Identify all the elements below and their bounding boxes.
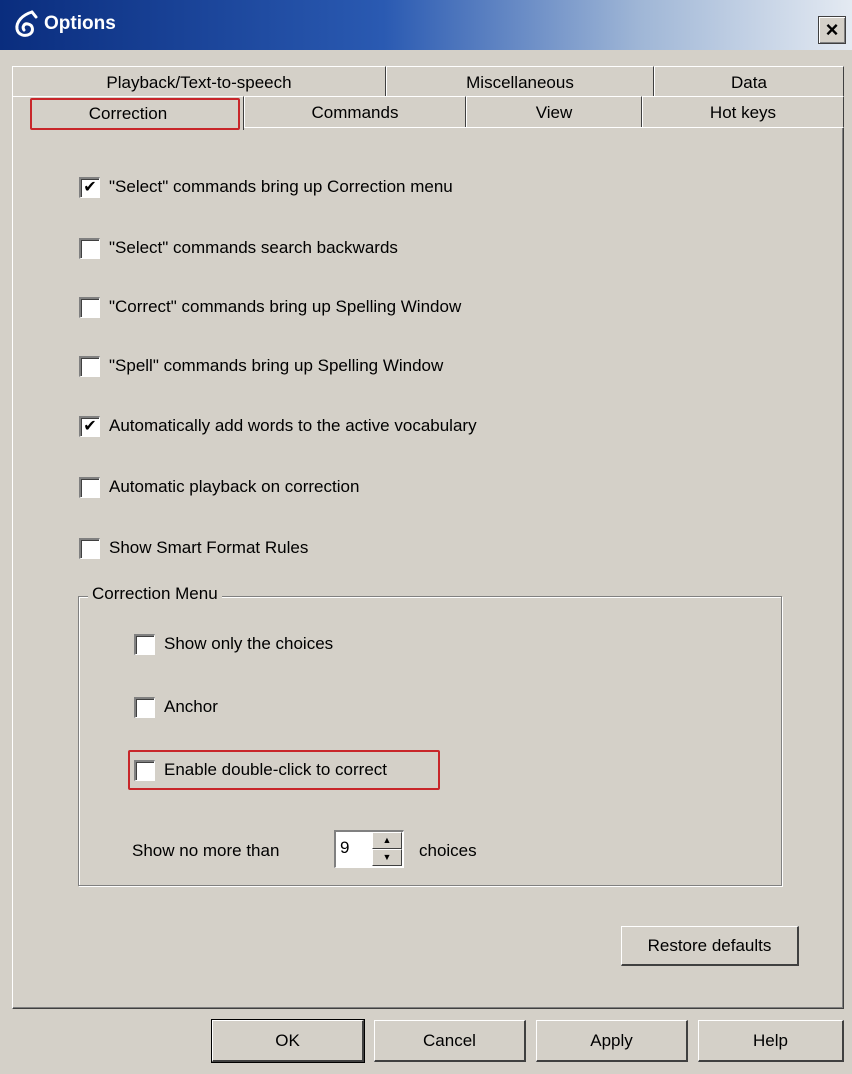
spin-down-icon[interactable]: ▼ [372, 849, 402, 866]
option-label: Automatically add words to the active vo… [109, 416, 477, 435]
tab-playback-text-to-speech[interactable]: Playback/Text-to-speech [12, 66, 386, 98]
options-dialog: Options × Playback/Text-to-speech Miscel… [0, 0, 852, 1074]
checkbox[interactable]: ✔ [79, 415, 100, 437]
tab-data[interactable]: Data [654, 66, 844, 98]
checkbox[interactable] [79, 237, 100, 259]
restore-defaults-button[interactable]: Restore defaults [621, 926, 799, 966]
checkbox[interactable] [79, 476, 100, 498]
choices-count-spinner[interactable]: 9 ▲ ▼ [334, 830, 404, 868]
option-label: Show only the choices [164, 634, 334, 653]
option-label: Enable double-click to correct [164, 760, 388, 779]
spinner-value[interactable]: 9 [340, 838, 349, 858]
option-label: Anchor [164, 697, 218, 716]
option-label: "Correct" commands bring up Spelling Win… [109, 297, 462, 316]
tab-correction[interactable]: Correction [12, 96, 244, 130]
group-title: Correction Menu [88, 584, 222, 604]
option-label: Show Smart Format Rules [109, 538, 309, 557]
dragon-logo-icon [15, 10, 38, 37]
spinner-prefix: Show no more than [132, 841, 280, 860]
option-spell-brings-spelling-window[interactable]: "Spell" commands bring up Spelling Windo… [79, 354, 443, 378]
help-button[interactable]: Help [698, 1020, 844, 1062]
window-title: Options [44, 13, 116, 34]
title-bar[interactable]: Options × [0, 0, 852, 50]
option-label: "Spell" commands bring up Spelling Windo… [109, 356, 444, 375]
option-label: Automatic playback on correction [109, 477, 360, 496]
tab-miscellaneous[interactable]: Miscellaneous [386, 66, 654, 98]
option-show-only-choices[interactable]: Show only the choices [134, 632, 333, 656]
option-label: "Select" commands bring up Correction me… [109, 177, 453, 196]
option-show-smart-format-rules[interactable]: Show Smart Format Rules [79, 536, 308, 560]
checkbox[interactable] [79, 355, 100, 377]
option-select-brings-correction-menu[interactable]: ✔ "Select" commands bring up Correction … [79, 175, 453, 199]
close-icon[interactable]: × [818, 16, 846, 44]
tab-view[interactable]: View [466, 96, 642, 128]
option-auto-playback[interactable]: Automatic playback on correction [79, 475, 359, 499]
spinner-suffix: choices [419, 841, 477, 860]
spin-up-icon[interactable]: ▲ [372, 832, 402, 849]
apply-button[interactable]: Apply [536, 1020, 688, 1062]
option-enable-double-click[interactable]: Enable double-click to correct [134, 758, 387, 782]
option-label: "Select" commands search backwards [109, 238, 398, 257]
cancel-button[interactable]: Cancel [374, 1020, 526, 1062]
tab-commands[interactable]: Commands [244, 96, 466, 128]
option-select-search-backwards[interactable]: "Select" commands search backwards [79, 236, 398, 260]
checkbox[interactable] [134, 759, 155, 781]
tab-hot-keys[interactable]: Hot keys [642, 96, 844, 128]
option-correct-brings-spelling-window[interactable]: "Correct" commands bring up Spelling Win… [79, 295, 461, 319]
checkbox[interactable] [79, 296, 100, 318]
checkbox[interactable] [134, 696, 155, 718]
option-anchor[interactable]: Anchor [134, 695, 218, 719]
checkbox[interactable] [79, 537, 100, 559]
option-auto-add-words[interactable]: ✔ Automatically add words to the active … [79, 414, 477, 438]
checkbox[interactable] [134, 633, 155, 655]
checkbox[interactable]: ✔ [79, 176, 100, 198]
ok-button[interactable]: OK [211, 1019, 365, 1063]
